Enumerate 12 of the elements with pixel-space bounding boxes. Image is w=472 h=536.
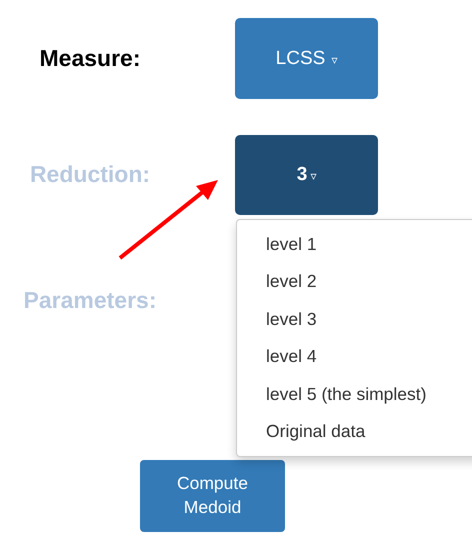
dropdown-button[interactable]: 3▿ [235, 134, 378, 214]
menu-item[interactable]: level 1 [237, 226, 472, 264]
dropdown-button[interactable]: LCSS ▿ [235, 18, 378, 99]
menu-item[interactable]: level 3 [237, 300, 472, 338]
menu-item[interactable]: level 2 [237, 263, 472, 301]
menu-item[interactable]: Original data [237, 412, 472, 450]
menu-item[interactable]: level 4 [237, 338, 472, 376]
field-label: Parameters: [22, 286, 158, 314]
field-label: Reduction: [28, 161, 152, 188]
compute-button[interactable]: Compute Medoid [140, 460, 285, 532]
field-label: Measure: [38, 45, 142, 72]
menu-item[interactable]: level 5 (the simplest) [237, 376, 472, 413]
